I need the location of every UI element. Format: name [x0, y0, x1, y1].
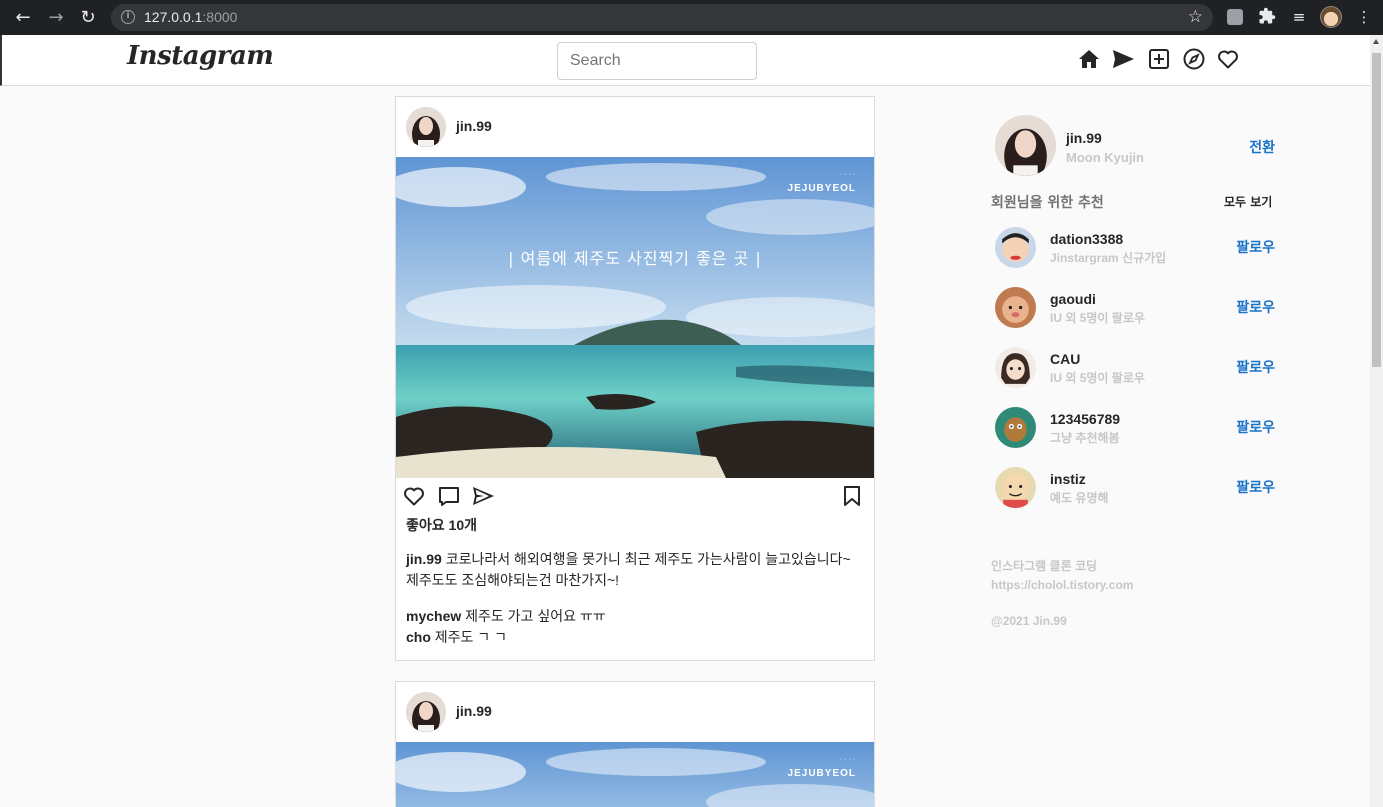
- post-username[interactable]: jin.99: [456, 118, 492, 134]
- home-icon[interactable]: [1077, 47, 1101, 71]
- comment-list: mychew 제주도 가고 싶어요 ㅠㅠ cho 제주도 ㄱ ㄱ: [396, 591, 874, 660]
- like-heart-icon[interactable]: [402, 484, 426, 508]
- scroll-up-arrow-icon[interactable]: [1373, 39, 1379, 44]
- comment-item: mychew 제주도 가고 싶어요 ㅠㅠ: [406, 606, 864, 627]
- suggestion-reason: 그냥 추천해봄: [1050, 431, 1120, 445]
- photo-watermark-small: ◦ ◦ ◦ ◦: [839, 172, 856, 178]
- follow-button[interactable]: 팔로우: [1236, 477, 1275, 497]
- extensions-puzzle-icon[interactable]: [1257, 7, 1277, 27]
- follow-button[interactable]: 팔로우: [1236, 297, 1275, 317]
- comment-username[interactable]: cho: [406, 629, 431, 645]
- activity-icon[interactable]: [1216, 47, 1240, 71]
- suggestions-heading: 회원님을 위한 추천: [991, 195, 1104, 211]
- suggestion-avatar[interactable]: [995, 287, 1036, 328]
- suggestion-item: instiz 예도 유명해 팔로우: [995, 467, 1275, 509]
- top-nav: Instagram: [0, 35, 1370, 86]
- footer-copyright: @2021 Jin.99: [991, 614, 1067, 628]
- suggestion-item: gaoudi IU 외 5명이 팔로우 팔로우: [995, 287, 1275, 329]
- post-author-avatar[interactable]: [406, 692, 446, 732]
- comment-item: cho 제주도 ㄱ ㄱ: [406, 627, 864, 648]
- suggestion-avatar[interactable]: [995, 467, 1036, 508]
- suggestion-item: CAU IU 외 5명이 팔로우 팔로우: [995, 347, 1275, 389]
- instagram-logo[interactable]: Instagram: [127, 41, 274, 71]
- direct-icon[interactable]: [1111, 47, 1135, 71]
- extension-icon[interactable]: [1227, 9, 1243, 25]
- caption-username[interactable]: jin.99: [406, 551, 442, 567]
- feed-post: jin.99 ◦ ◦ ◦ ◦ JEJUBYEOL: [395, 681, 875, 807]
- see-all-link[interactable]: 모두 보기: [1224, 193, 1272, 210]
- bookmark-star-icon[interactable]: ☆: [1188, 7, 1203, 27]
- photo-watermark: JEJUBYEOL: [787, 768, 856, 779]
- suggestion-avatar[interactable]: [995, 227, 1036, 268]
- suggestion-username[interactable]: gaoudi: [1050, 291, 1096, 307]
- photo-watermark: JEJUBYEOL: [787, 183, 856, 194]
- url-text[interactable]: 127.0.0.1:8000: [144, 9, 237, 25]
- reload-icon[interactable]: ↻: [75, 5, 101, 31]
- switch-account-button[interactable]: 전환: [1249, 137, 1275, 157]
- browser-profile-avatar[interactable]: [1320, 6, 1342, 28]
- suggestion-username[interactable]: dation3388: [1050, 231, 1123, 247]
- comment-text: 제주도 ㄱ ㄱ: [434, 629, 507, 645]
- suggestion-avatar[interactable]: [995, 407, 1036, 448]
- browser-menu-icon[interactable]: ⋮: [1354, 7, 1374, 27]
- suggestion-item: dation3388 Jinstargram 신규가입 팔로우: [995, 227, 1275, 269]
- follow-button[interactable]: 팔로우: [1236, 237, 1275, 257]
- suggestion-reason: IU 외 5명이 팔로우: [1050, 371, 1145, 385]
- search-input[interactable]: [557, 42, 757, 80]
- post-image[interactable]: ◦ ◦ ◦ ◦ JEJUBYEOL: [396, 742, 874, 807]
- post-actions: [396, 478, 874, 512]
- forward-icon[interactable]: →: [43, 5, 69, 31]
- browser-toolbar: ← → ↻ i 127.0.0.1:8000 ☆ ≡ ⋮: [0, 0, 1383, 35]
- follow-button[interactable]: 팔로우: [1236, 417, 1275, 437]
- post-caption: jin.99 코로나라서 해외여행을 못가니 최근 제주도 가는사람이 늘고있습…: [396, 542, 874, 591]
- caption-text: 코로나라서 해외여행을 못가니 최근 제주도 가는사람이 늘고있습니다~ 제주도…: [406, 551, 851, 588]
- follow-button[interactable]: 팔로우: [1236, 357, 1275, 377]
- scrollbar-thumb[interactable]: [1372, 53, 1381, 367]
- like-count[interactable]: 좋아요 10개: [396, 512, 874, 542]
- back-icon[interactable]: ←: [10, 5, 36, 31]
- footer-title: 인스타그램 클론 코딩: [991, 559, 1098, 573]
- address-bar[interactable]: i 127.0.0.1:8000 ☆: [111, 4, 1213, 31]
- suggestion-reason: 예도 유명해: [1050, 491, 1109, 505]
- suggestion-avatar[interactable]: [995, 347, 1036, 388]
- photo-watermark-small: ◦ ◦ ◦ ◦: [839, 757, 856, 763]
- profile-username[interactable]: jin.99: [1066, 130, 1102, 146]
- reading-list-icon[interactable]: ≡: [1289, 7, 1309, 27]
- feed-post: jin.99 ◦ ◦ ◦ ◦ JEJUBYEOL | 여름에 제주도 사진찍기 …: [395, 96, 875, 661]
- sidebar-profile: jin.99 Moon Kyujin 전환: [995, 115, 1275, 177]
- bookmark-icon[interactable]: [840, 484, 864, 508]
- post-image[interactable]: ◦ ◦ ◦ ◦ JEJUBYEOL | 여름에 제주도 사진찍기 좋은 곳 |: [396, 157, 874, 478]
- site-info-icon[interactable]: i: [121, 10, 135, 24]
- sidebar-footer: 인스타그램 클론 코딩 https://cholol.tistory.com @…: [991, 557, 1133, 631]
- photo-overlay-title: | 여름에 제주도 사진찍기 좋은 곳 |: [508, 249, 762, 268]
- suggestion-reason: IU 외 5명이 팔로우: [1050, 311, 1145, 325]
- explore-icon[interactable]: [1182, 47, 1206, 71]
- post-header: jin.99: [396, 682, 874, 742]
- post-author-avatar[interactable]: [406, 107, 446, 147]
- page-scrollbar[interactable]: [1370, 35, 1383, 807]
- comment-text: 제주도 가고 싶어요 ㅠㅠ: [465, 608, 606, 624]
- comment-username[interactable]: mychew: [406, 608, 461, 624]
- suggestion-item: 123456789 그냥 추천해봄 팔로우: [995, 407, 1275, 449]
- new-post-icon[interactable]: [1147, 47, 1171, 71]
- suggestion-username[interactable]: 123456789: [1050, 411, 1120, 427]
- suggestion-reason: Jinstargram 신규가입: [1050, 251, 1167, 265]
- suggestion-username[interactable]: CAU: [1050, 351, 1080, 367]
- profile-avatar[interactable]: [995, 115, 1056, 176]
- comment-icon[interactable]: [437, 484, 461, 508]
- footer-link[interactable]: https://cholol.tistory.com: [991, 576, 1133, 595]
- profile-fullname: Moon Kyujin: [1066, 150, 1144, 165]
- share-icon[interactable]: [471, 484, 495, 508]
- suggestion-username[interactable]: instiz: [1050, 471, 1086, 487]
- post-header: jin.99: [396, 97, 874, 157]
- post-username[interactable]: jin.99: [456, 703, 492, 719]
